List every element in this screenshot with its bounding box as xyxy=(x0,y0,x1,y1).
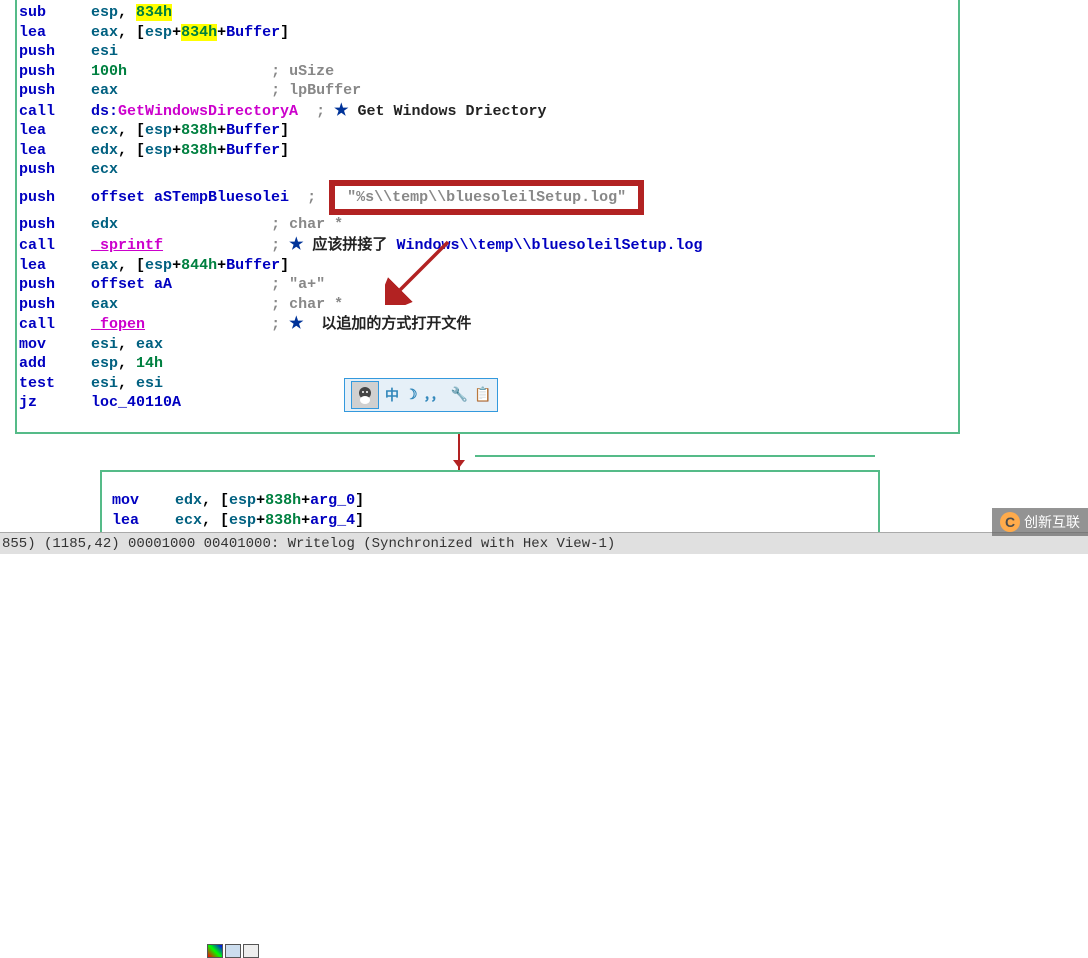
asm-line[interactable]: call _sprintf ; ★ 应该拼接了 Windows\\temp\\b… xyxy=(19,235,956,256)
window-icon xyxy=(225,944,241,958)
ime-toolbar[interactable]: 中 ☽ ，， 🔧 📋 xyxy=(344,378,498,412)
penguin-avatar-icon[interactable] xyxy=(351,381,379,409)
asm-line[interactable]: push edx ; char * xyxy=(19,215,956,235)
asm-line[interactable]: lea ecx, [esp+838h+arg_4] xyxy=(112,511,876,531)
ime-wrench-icon[interactable]: 🔧 xyxy=(451,387,468,404)
status-bar: 855) (1185,42) 00001000 00401000: Writel… xyxy=(0,532,1088,554)
asm-line[interactable]: sub esp, 834h xyxy=(19,3,956,23)
green-divider xyxy=(475,455,875,457)
asm-line[interactable]: push ecx xyxy=(19,160,956,180)
asm-line[interactable]: push offset aA ; "a+" xyxy=(19,275,956,295)
ime-lang-icon[interactable]: 中 xyxy=(385,385,399,405)
badge-text: 创新互联 xyxy=(1024,512,1080,532)
ime-punct-icon[interactable]: ，， xyxy=(424,385,445,405)
asm-line[interactable]: push 100h ; uSize xyxy=(19,62,956,82)
asm-line[interactable]: add esp, 14h xyxy=(19,354,956,374)
asm-line[interactable]: push esi xyxy=(19,42,956,62)
ime-moon-icon[interactable]: ☽ xyxy=(405,387,418,404)
badge-logo-icon: C xyxy=(1000,512,1020,532)
watermark-badge: C 创新互联 xyxy=(992,508,1088,536)
asm-line[interactable]: mov edx, [esp+838h+arg_0] xyxy=(112,491,876,511)
grid-icon xyxy=(243,944,259,958)
flow-arrow xyxy=(453,460,465,468)
asm-line[interactable]: push offset aSTempBluesolei ; "%s\\temp\… xyxy=(19,180,956,216)
asm-line[interactable]: push eax ; lpBuffer xyxy=(19,81,956,101)
asm-line[interactable]: lea eax, [esp+834h+Buffer] xyxy=(19,23,956,43)
asm-line[interactable]: push eax ; char * xyxy=(19,295,956,315)
asm-line[interactable]: call ds:GetWindowsDirectoryA ; ★ Get Win… xyxy=(19,101,956,122)
asm-line[interactable]: lea edx, [esp+838h+Buffer] xyxy=(19,141,956,161)
block-header-icons xyxy=(207,944,259,958)
asm-line[interactable]: call _fopen ; ★ 以追加的方式打开文件 xyxy=(19,314,956,335)
string-literal-box: "%s\\temp\\bluesoleilSetup.log" xyxy=(329,180,644,216)
disassembly-main-block: sub esp, 834h lea eax, [esp+834h+Buffer]… xyxy=(15,0,960,434)
asm-line[interactable]: mov esi, eax xyxy=(19,335,956,355)
asm-line[interactable]: lea ecx, [esp+838h+Buffer] xyxy=(19,121,956,141)
ime-clipboard-icon[interactable]: 📋 xyxy=(474,387,491,404)
color-icon xyxy=(207,944,223,958)
disassembly-sub-block: mov edx, [esp+838h+arg_0] lea ecx, [esp+… xyxy=(100,470,880,535)
asm-line[interactable]: lea eax, [esp+844h+Buffer] xyxy=(19,256,956,276)
